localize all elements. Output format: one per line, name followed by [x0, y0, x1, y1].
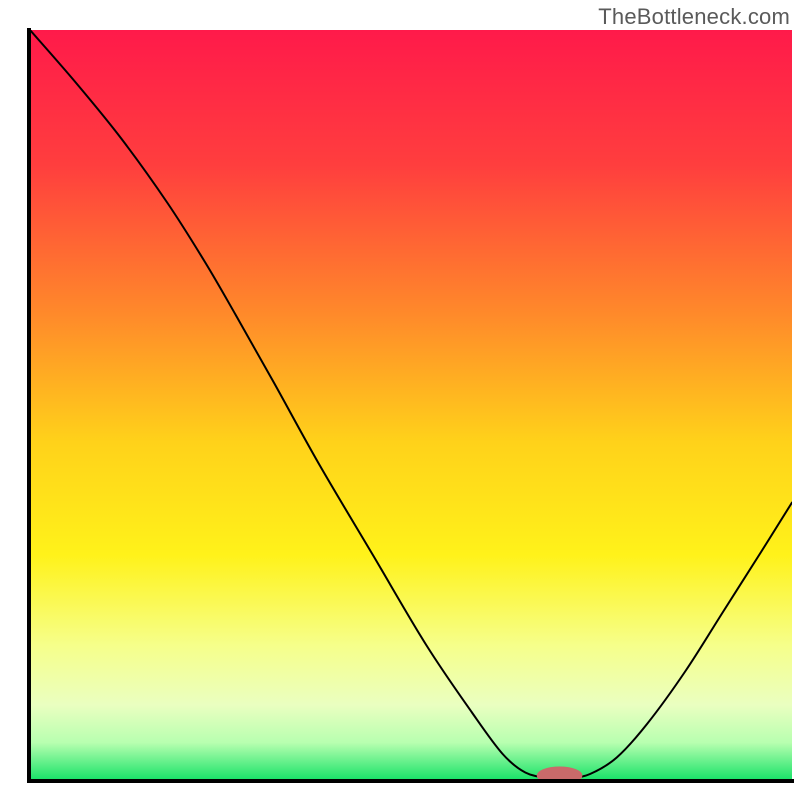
bottleneck-chart	[0, 0, 800, 800]
gradient-background	[30, 30, 792, 780]
chart-container: TheBottleneck.com	[0, 0, 800, 800]
watermark-text: TheBottleneck.com	[598, 4, 790, 30]
plot-area	[30, 30, 792, 785]
